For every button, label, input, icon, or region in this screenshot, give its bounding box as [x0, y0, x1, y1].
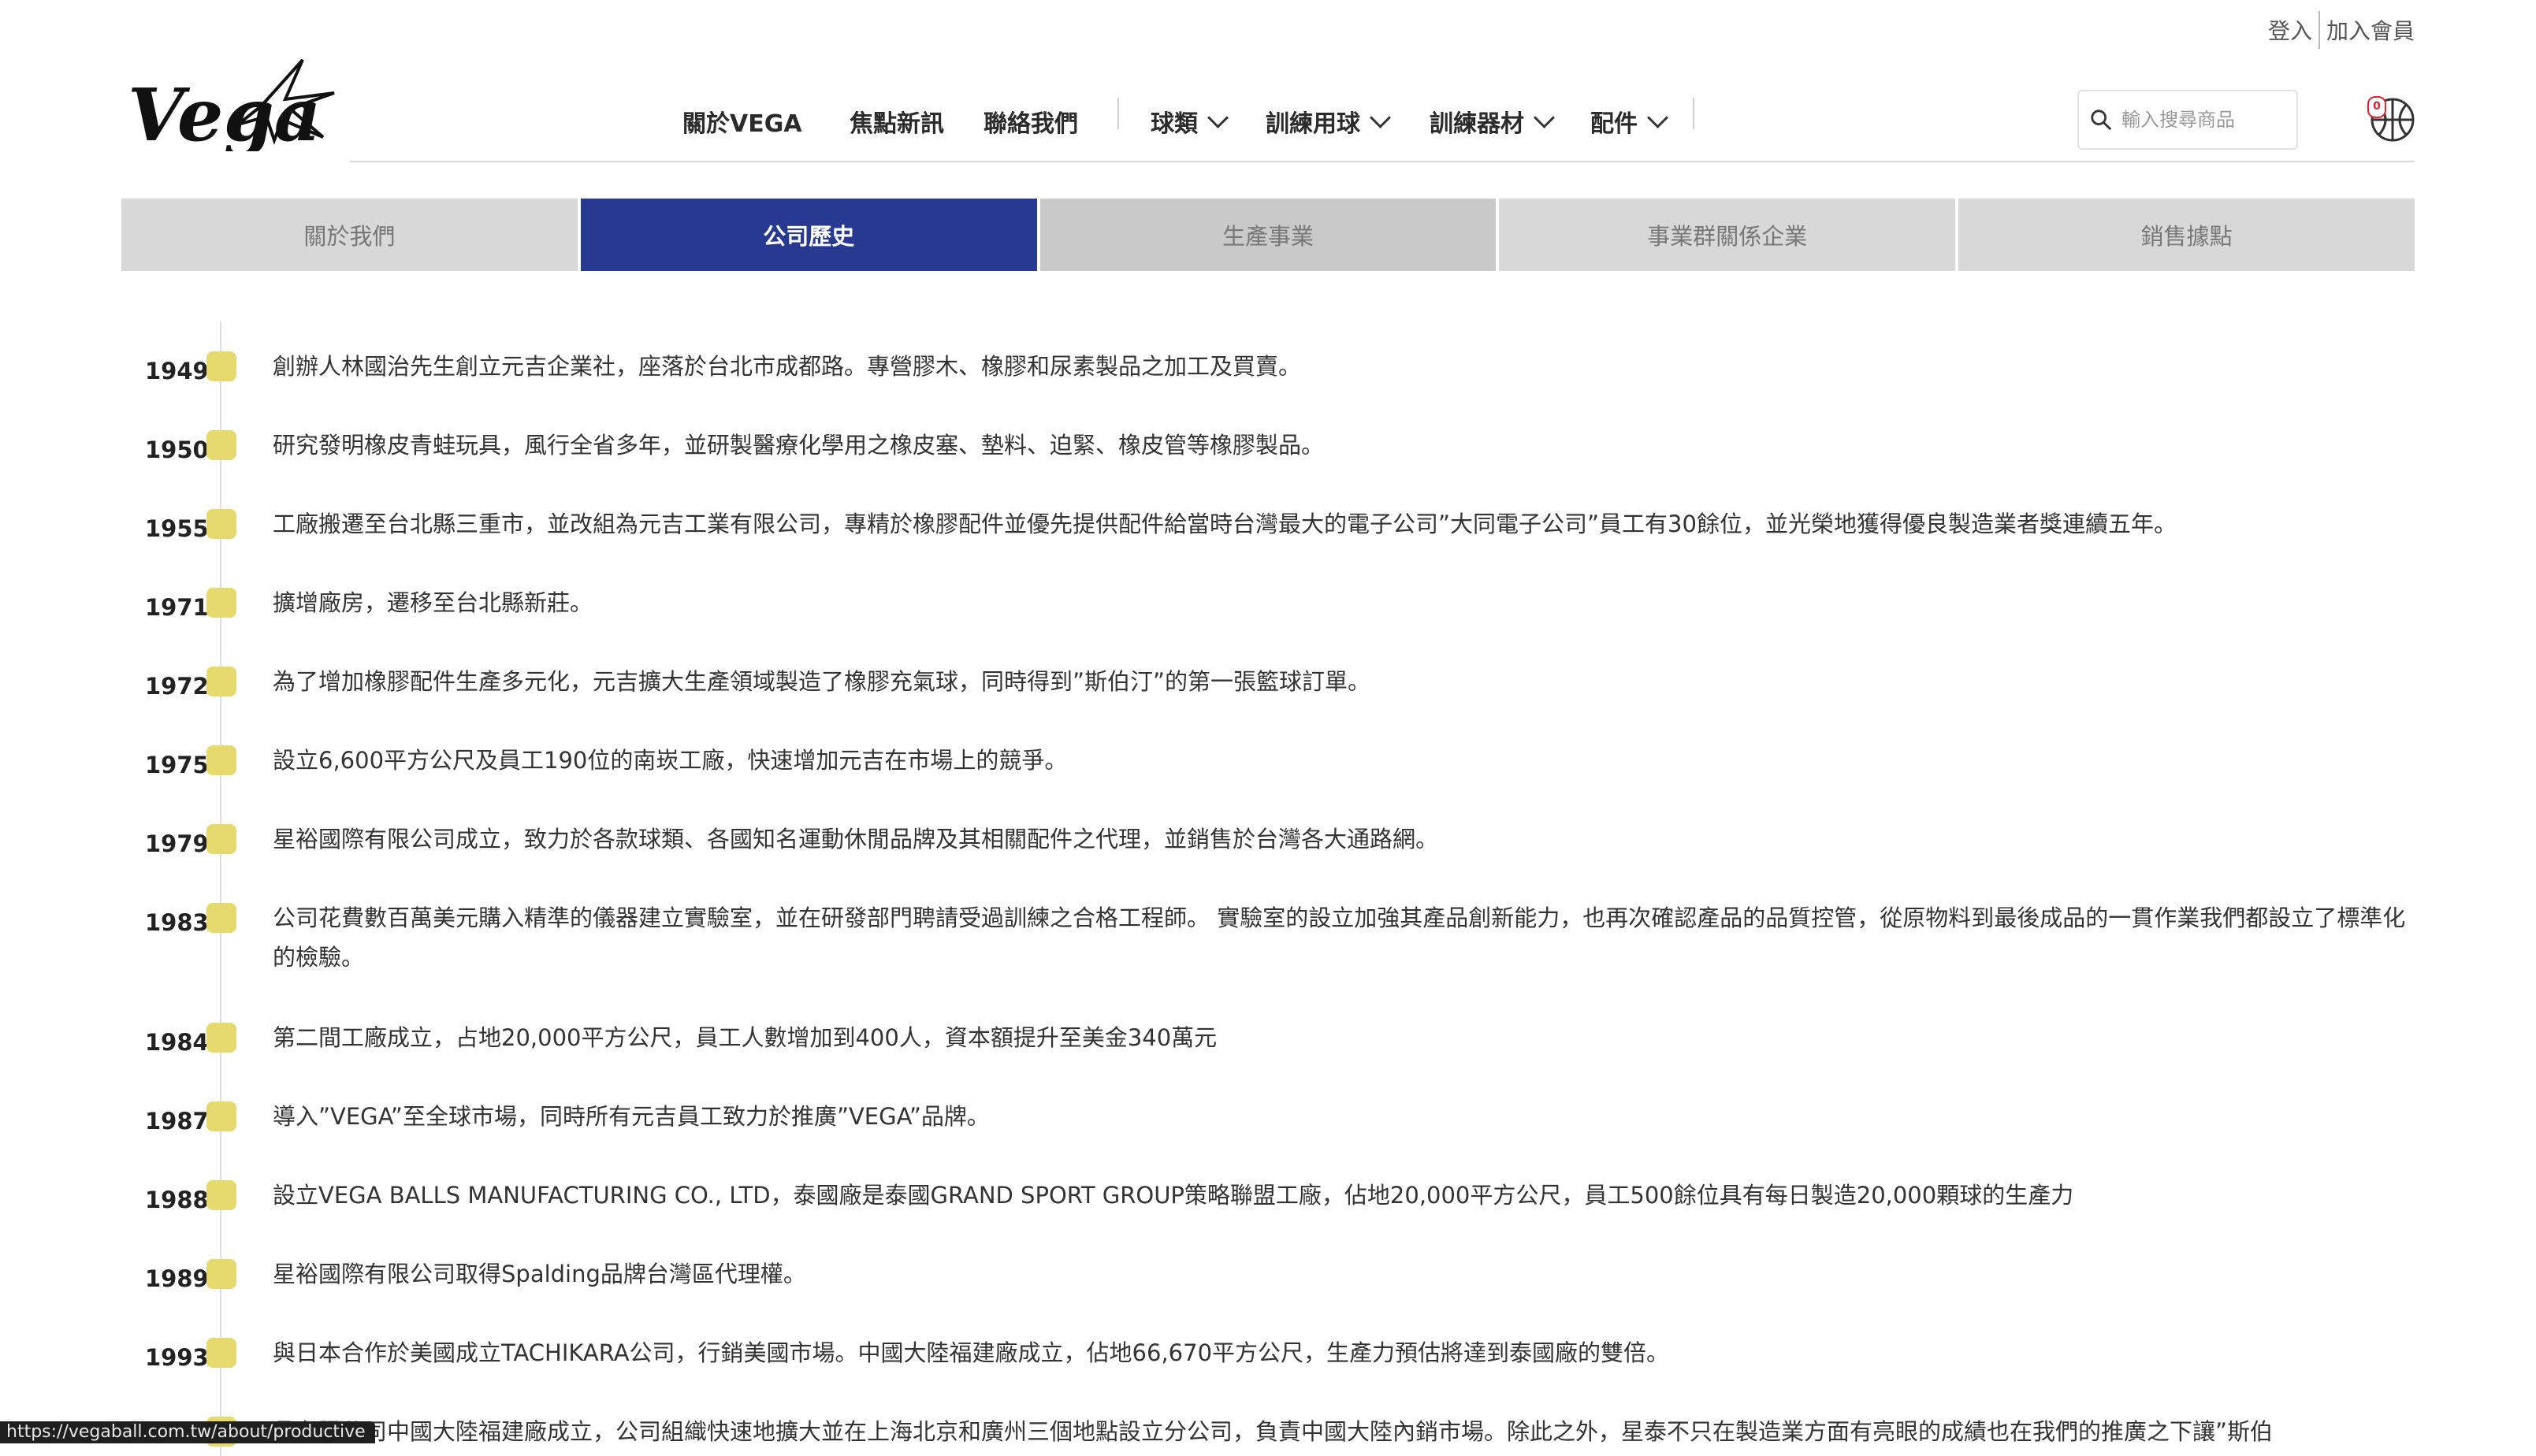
timeline-year: 1989: [145, 1265, 209, 1292]
timeline-year: 1971: [145, 594, 209, 621]
timeline-year: 1972: [145, 673, 209, 700]
timeline-marker: [206, 667, 236, 696]
nav-training-equipment[interactable]: 訓練器材: [1430, 104, 1555, 139]
timeline-marker: [206, 903, 236, 933]
timeline-text: 公司花費數百萬美元購入精準的儀器建立實驗室，並在研發部門聘請受過訓練之合格工程師…: [273, 904, 2406, 971]
timeline-text: 擴增廠房，遷移至台北縣新莊。: [273, 589, 593, 616]
timeline-year: 1975: [145, 752, 209, 778]
nav-divider: [1117, 98, 1119, 129]
timeline-year: 1993: [145, 1344, 209, 1371]
cart-button[interactable]: 0: [2364, 93, 2418, 147]
cart-count-badge: 0: [2367, 96, 2386, 118]
timeline-marker: [206, 1338, 236, 1368]
timeline-text: 品有限公司中國大陸福建廠成立，公司組織快速地擴大並在上海北京和廣州三個地點設立分…: [273, 1418, 2274, 1445]
nav-about-vega-label: 關於VEGA: [682, 110, 802, 138]
nav-contact-label: 聯絡我們: [984, 110, 1078, 138]
timeline-year: 1983: [145, 909, 209, 936]
account-links: 登入 加入會員: [2268, 11, 2415, 49]
timeline-marker: [206, 588, 236, 618]
tab-sales-locations[interactable]: 銷售據點: [1958, 199, 2415, 271]
timeline-marker: [206, 1023, 236, 1053]
timeline-text: 與日本合作於美國成立TACHIKARA公司，行銷美國市場。中國大陸福建廠成立，佔…: [273, 1339, 1670, 1366]
nav-news-label: 焦點新訊: [850, 110, 944, 138]
chevron-down-icon: [1207, 106, 1229, 128]
nav-training-balls[interactable]: 訓練用球: [1266, 104, 1391, 139]
chevron-down-icon: [1370, 106, 1391, 128]
tab-production[interactable]: 生產事業: [1039, 199, 1497, 271]
join-member-link[interactable]: 加入會員: [2326, 14, 2415, 46]
vega-logo-mark: Vega: [128, 58, 335, 158]
nav-underline: [350, 161, 2415, 162]
nav-about-vega[interactable]: 關於VEGA: [682, 104, 802, 139]
search-icon: [2091, 110, 2112, 131]
timeline-year: 1984: [145, 1029, 209, 1056]
timeline-text: 星裕國際有限公司取得Spalding品牌台灣區代理權。: [273, 1261, 806, 1287]
timeline-text: 設立6,600平方公尺及員工190位的南崁工廠，快速增加元吉在市場上的競爭。: [273, 747, 1068, 774]
tab-company-history[interactable]: 公司歷史: [580, 199, 1037, 271]
chevron-down-icon: [1647, 106, 1668, 128]
timeline-text: 設立VEGA BALLS MANUFACTURING CO., LTD，泰國廠是…: [273, 1182, 2074, 1209]
timeline-marker: [206, 1180, 236, 1210]
timeline-year: 1950: [145, 436, 209, 463]
login-link[interactable]: 登入: [2268, 14, 2312, 46]
timeline-marker: [206, 1101, 236, 1131]
nav-balls[interactable]: 球類: [1151, 104, 1229, 139]
timeline-year: 1988: [145, 1187, 209, 1213]
nav-training-balls-label: 訓練用球: [1266, 110, 1360, 138]
search-input[interactable]: [2120, 108, 2296, 132]
nav-news[interactable]: 焦點新訊: [850, 104, 944, 139]
tab-affiliates[interactable]: 事業群關係企業: [1499, 199, 1956, 271]
nav-accessories-label: 配件: [1590, 110, 1638, 138]
account-divider: [2318, 11, 2320, 49]
timeline-text: 為了增加橡膠配件生產多元化，元吉擴大生產領域製造了橡膠充氣球，同時得到”斯伯汀”…: [273, 668, 1371, 695]
timeline-marker: [206, 430, 236, 460]
timeline-text: 星裕國際有限公司成立，致力於各款球類、各國知名運動休閒品牌及其相關配件之代理，並…: [273, 826, 1439, 852]
timeline-year: 1979: [145, 830, 209, 857]
timeline-year: 1949: [145, 358, 209, 384]
about-tabs: 關於我們 公司歷史 生產事業 事業群關係企業 銷售據點: [121, 199, 2415, 271]
nav-accessories[interactable]: 配件: [1590, 104, 1668, 139]
timeline-text: 工廠搬遷至台北縣三重市，並改組為元吉工業有限公司，專精於橡膠配件並優先提供配件給…: [273, 511, 2177, 537]
timeline-marker: [206, 1259, 236, 1289]
timeline-year: 1955: [145, 515, 209, 542]
search-box[interactable]: [2077, 90, 2298, 150]
timeline-marker: [206, 351, 236, 381]
timeline-text: 研究發明橡皮青蛙玩具，風行全省多年，並研製醫療化學用之橡皮塞、墊料、迫緊、橡皮管…: [273, 432, 1325, 459]
nav-balls-label: 球類: [1151, 110, 1198, 138]
vega-logo[interactable]: Vega: [128, 58, 339, 158]
logo-wordmark: Vega: [128, 72, 321, 151]
timeline-text: 導入”VEGA”至全球市場，同時所有元吉員工致力於推廣”VEGA”品牌。: [273, 1103, 990, 1130]
timeline-marker: [206, 824, 236, 854]
nav-divider: [1693, 98, 1694, 129]
timeline-marker: [206, 509, 236, 539]
chevron-down-icon: [1534, 106, 1555, 128]
nav-training-equipment-label: 訓練器材: [1430, 110, 1524, 138]
timeline-text: 創辦人林國治先生創立元吉企業社，座落於台北市成都路。專營膠木、橡膠和尿素製品之加…: [273, 353, 1302, 380]
tab-about-us[interactable]: 關於我們: [121, 199, 578, 271]
timeline-year: 1987: [145, 1108, 209, 1135]
nav-contact[interactable]: 聯絡我們: [984, 104, 1078, 139]
timeline-text: 第二間工廠成立，占地20,000平方公尺，員工人數增加到400人，資本額提升至美…: [273, 1024, 1218, 1051]
timeline-marker: [206, 745, 236, 775]
status-bar-url: https://vegaball.com.tw/about/productive: [0, 1421, 375, 1443]
